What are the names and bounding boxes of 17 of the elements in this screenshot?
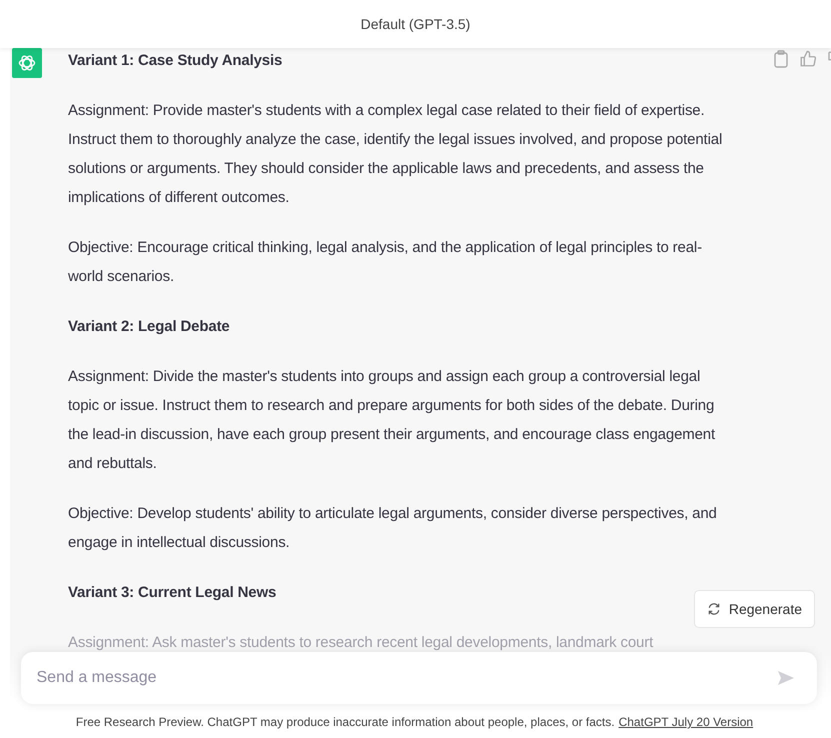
message-paragraph: Assignment: Provide master's students with a complex legal case related to their field of expertise. Instruct them to thoroughly analyze the case, identify the legal issues involved, and propose potential solutions or arguments. They should consider the applicable laws and precedents, and assess the implications of different outcomes. — [68, 101, 723, 208]
message-input[interactable]: Send a message — [20, 652, 816, 704]
refresh-icon — [706, 602, 721, 616]
disclaimer-text: Free Research Preview. ChatGPT may produce inaccurate information about people, places, or facts. — [76, 715, 615, 729]
message-paragraph: Assignment: Ask master's students to research recent legal developments, landmark court — [68, 633, 654, 653]
regenerate-button[interactable]: Regenerate — [694, 590, 815, 628]
section-heading: Variant 1: Case Study Analysis — [68, 51, 284, 71]
section-heading: Variant 2: Legal Debate — [68, 317, 231, 337]
section-heading: Variant 3: Current Legal News — [68, 583, 278, 603]
send-icon[interactable] — [776, 670, 794, 686]
model-title: Default (GPT-3.5) — [360, 16, 470, 32]
thumbs-up-icon[interactable] — [799, 50, 817, 68]
message-paragraph: Objective: Develop students' ability to articulate legal arguments, consider diverse perspectives, and engage in intellectual discussions. — [68, 504, 718, 553]
message-paragraph: Objective: Encourage critical thinking, legal analysis, and the application of legal principles to real-world scenarios. — [68, 238, 703, 287]
message-paragraph: Assignment: Divide the master's students into groups and assign each group a controversial legal topic or issue. Instruct them to research and prepare arguments for both sides of the debate. During the lead-in discussion, have each group present their arguments, and encourage class engagement and rebuttals. — [68, 367, 716, 474]
copy-icon[interactable] — [773, 50, 789, 68]
version-link[interactable]: ChatGPT July 20 Version — [618, 715, 754, 729]
